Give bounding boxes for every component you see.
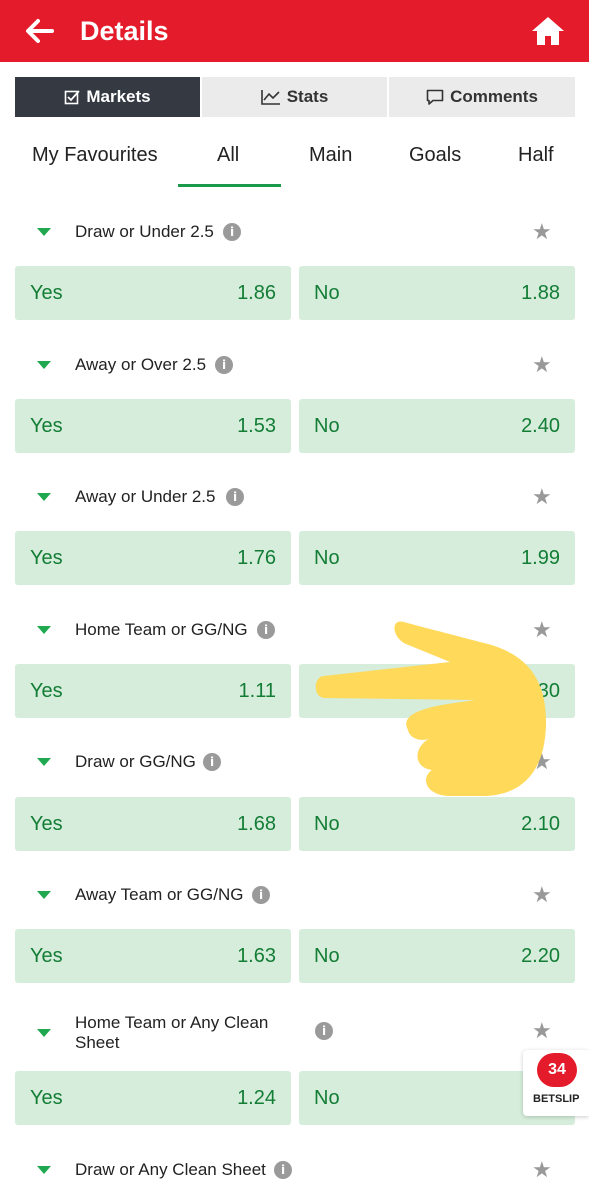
info-icon[interactable]: i bbox=[274, 1161, 292, 1179]
odds-label: No bbox=[314, 813, 340, 835]
betslip-button[interactable]: 34 BETSLIP bbox=[523, 1050, 589, 1116]
odds-button-no[interactable]: No 2.10 bbox=[299, 797, 575, 851]
odds-value: 1.99 bbox=[521, 547, 560, 569]
star-icon[interactable]: ★ bbox=[532, 487, 552, 509]
odds-label: Yes bbox=[30, 1087, 63, 1109]
odds-label: Yes bbox=[30, 813, 63, 835]
odds-button-yes[interactable]: Yes 1.24 bbox=[15, 1071, 291, 1125]
odds-button-yes[interactable]: Yes 1.11 bbox=[15, 664, 291, 718]
caret-down-icon[interactable] bbox=[37, 626, 51, 634]
odds-value: 2.10 bbox=[521, 813, 560, 835]
subtab-all[interactable]: All bbox=[217, 142, 239, 168]
subtab-my-favourites[interactable]: My Favourites bbox=[32, 142, 158, 168]
odds-button-no[interactable]: No 2.40 bbox=[299, 399, 575, 453]
odds-button-yes[interactable]: Yes 1.53 bbox=[15, 399, 291, 453]
caret-down-icon[interactable] bbox=[37, 228, 51, 236]
odds-value: 2.40 bbox=[521, 415, 560, 437]
star-icon[interactable]: ★ bbox=[532, 1021, 552, 1043]
comment-icon bbox=[426, 89, 444, 105]
market-filter-tabs: My Favourites All Main Goals Half bbox=[0, 125, 589, 187]
star-icon[interactable]: ★ bbox=[532, 1160, 552, 1182]
odds-label: Yes bbox=[30, 282, 63, 304]
odds-button-yes[interactable]: Yes 1.86 bbox=[15, 266, 291, 320]
odds-button-yes[interactable]: Yes 1.76 bbox=[15, 531, 291, 585]
odds-label: No bbox=[314, 282, 340, 304]
home-icon[interactable] bbox=[530, 14, 566, 48]
market-name: Away or Over 2.5 bbox=[75, 355, 207, 374]
odds-value: 1.53 bbox=[237, 415, 276, 437]
page-title: Details bbox=[80, 16, 169, 46]
odds-button-yes[interactable]: Yes 1.63 bbox=[15, 929, 291, 983]
odds-label: No bbox=[314, 547, 340, 569]
caret-down-icon[interactable] bbox=[37, 758, 51, 766]
detail-tabs: Markets Stats Comments bbox=[15, 77, 575, 117]
odds-value: 1.68 bbox=[237, 813, 276, 835]
odds-value: 30 bbox=[537, 680, 560, 702]
odds-value: 1.76 bbox=[237, 547, 276, 569]
app-header: Details bbox=[0, 0, 589, 62]
odds-value: 1.24 bbox=[237, 1087, 276, 1109]
tab-comments[interactable]: Comments bbox=[389, 77, 575, 117]
odds-button-no[interactable]: No 2.20 bbox=[299, 929, 575, 983]
odds-label: No bbox=[314, 415, 340, 437]
market-name: Away Team or GG/NG bbox=[75, 885, 244, 904]
betslip-label: BETSLIP bbox=[533, 1093, 580, 1105]
caret-down-icon[interactable] bbox=[37, 891, 51, 899]
odds-value: 1.63 bbox=[237, 945, 276, 967]
caret-down-icon[interactable] bbox=[37, 1029, 51, 1037]
subtab-half[interactable]: Half bbox=[518, 142, 554, 168]
star-icon[interactable]: ★ bbox=[532, 885, 552, 907]
info-icon[interactable]: i bbox=[203, 753, 221, 771]
tab-markets[interactable]: Markets bbox=[15, 77, 200, 117]
star-icon[interactable]: ★ bbox=[532, 620, 552, 642]
info-icon[interactable]: i bbox=[252, 886, 270, 904]
market-name: Draw or GG/NG bbox=[75, 752, 196, 771]
tab-comments-label: Comments bbox=[450, 87, 538, 106]
odds-value: 1.86 bbox=[237, 282, 276, 304]
odds-label: No bbox=[314, 945, 340, 967]
info-icon[interactable]: i bbox=[257, 621, 275, 639]
tab-markets-label: Markets bbox=[86, 87, 151, 106]
odds-label: No bbox=[314, 1087, 340, 1109]
odds-label: Yes bbox=[30, 680, 63, 702]
caret-down-icon[interactable] bbox=[37, 493, 51, 501]
market-name: Draw or Any Clean Sheet bbox=[75, 1160, 266, 1179]
active-subtab-indicator bbox=[178, 184, 281, 187]
market-name: Away or Under 2.5 bbox=[75, 487, 216, 506]
info-icon[interactable]: i bbox=[226, 488, 244, 506]
line-chart-icon bbox=[260, 90, 280, 105]
market-name: Home Team or Any Clean Sheet bbox=[75, 1013, 269, 1052]
info-icon[interactable]: i bbox=[315, 1022, 333, 1040]
market-name: Draw or Under 2.5 bbox=[75, 222, 214, 241]
subtab-goals[interactable]: Goals bbox=[409, 142, 461, 168]
info-icon[interactable]: i bbox=[223, 223, 241, 241]
star-icon[interactable]: ★ bbox=[532, 222, 552, 244]
odds-button-yes[interactable]: Yes 1.68 bbox=[15, 797, 291, 851]
odds-label: Yes bbox=[30, 415, 63, 437]
betslip-count-badge: 34 bbox=[537, 1053, 577, 1087]
odds-value: 1.11 bbox=[238, 680, 276, 702]
tab-stats[interactable]: Stats bbox=[202, 77, 387, 117]
odds-label: Yes bbox=[30, 547, 63, 569]
arrow-left-icon[interactable] bbox=[22, 14, 56, 48]
odds-button-no[interactable]: No 1.99 bbox=[299, 531, 575, 585]
market-name: Home Team or GG/NG bbox=[75, 620, 248, 639]
subtab-main[interactable]: Main bbox=[309, 142, 352, 168]
caret-down-icon[interactable] bbox=[37, 361, 51, 369]
odds-button-no[interactable]: 30 bbox=[299, 664, 575, 718]
checkbox-icon bbox=[65, 90, 81, 105]
odds-value: 2.20 bbox=[521, 945, 560, 967]
caret-down-icon[interactable] bbox=[37, 1166, 51, 1174]
odds-button-no[interactable]: No 1.88 bbox=[299, 266, 575, 320]
info-icon[interactable]: i bbox=[215, 356, 233, 374]
odds-label: Yes bbox=[30, 945, 63, 967]
star-icon[interactable]: ★ bbox=[532, 355, 552, 377]
odds-value: 1.88 bbox=[521, 282, 560, 304]
star-icon[interactable]: ★ bbox=[532, 752, 552, 774]
tab-stats-label: Stats bbox=[286, 87, 329, 106]
